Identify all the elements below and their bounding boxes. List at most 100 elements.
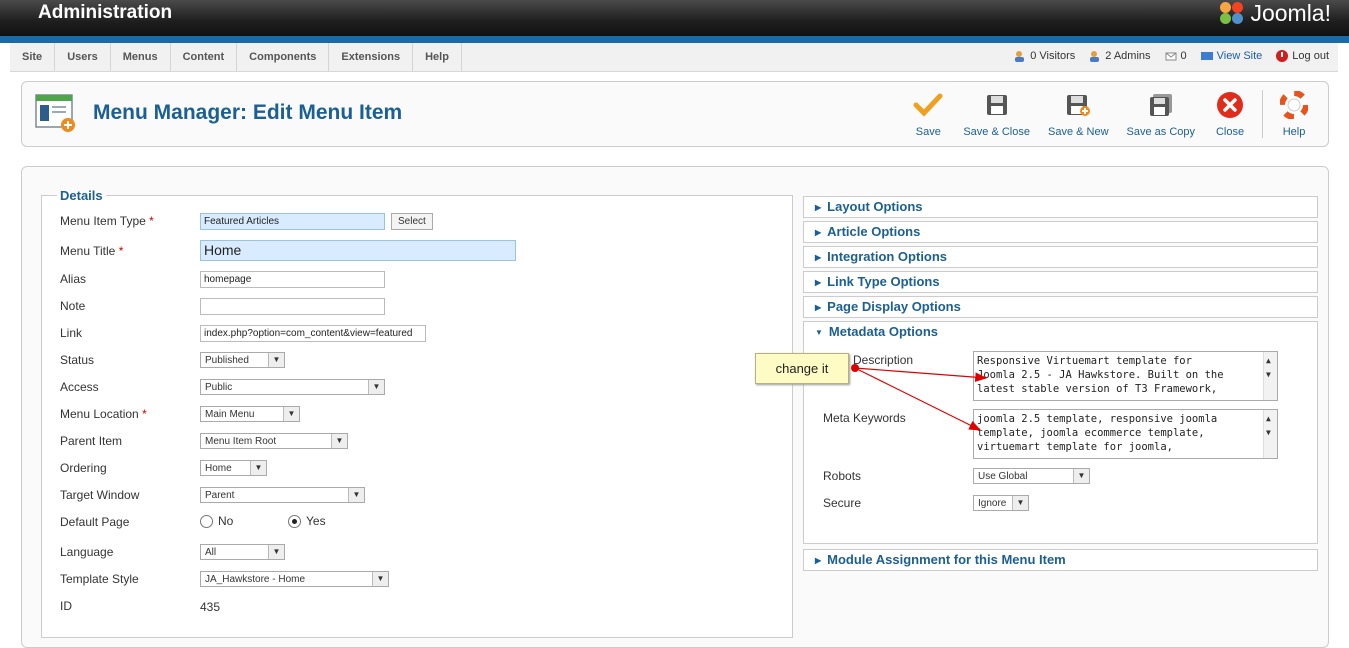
menu-item-type-field[interactable]: Featured Articles	[200, 213, 385, 230]
parent-item-label: Parent Item	[60, 434, 123, 448]
chevron-down-icon: ▼	[268, 353, 284, 367]
mail-icon	[1165, 52, 1177, 61]
chevron-down-icon: ▼	[368, 380, 384, 394]
menu-users[interactable]: Users	[55, 43, 111, 71]
admin-users-icon	[1090, 51, 1100, 62]
link-field[interactable]: index.php?option=com_content&view=featur…	[200, 325, 426, 342]
access-select[interactable]: Public ▼	[200, 379, 385, 395]
panel-integration-options[interactable]: ▶ Integration Options	[803, 246, 1318, 268]
ordering-select[interactable]: Home ▼	[200, 460, 267, 476]
menu-title-label: Menu Title *	[60, 244, 124, 258]
admin-title: Administration	[38, 2, 173, 23]
default-page-no-radio[interactable]: No	[200, 514, 233, 528]
id-value: 435	[200, 600, 221, 614]
chevron-down-icon: ▼	[268, 545, 284, 559]
note-label: Note	[60, 299, 86, 313]
menu-help[interactable]: Help	[413, 43, 462, 71]
caret-right-icon: ▶	[815, 202, 822, 212]
save-button[interactable]: Save	[902, 90, 954, 138]
meta-keywords-textarea[interactable]: joomla 2.5 template, responsive joomla t…	[973, 409, 1278, 459]
chevron-down-icon: ▼	[283, 407, 299, 421]
close-button[interactable]: Close	[1204, 90, 1256, 138]
menu-content[interactable]: Content	[171, 43, 238, 71]
default-page-yes-radio[interactable]: Yes	[288, 514, 326, 528]
power-icon	[1276, 50, 1289, 62]
panel-metadata-options[interactable]: ▼ Metadata Options	[803, 321, 1318, 343]
messages-status[interactable]: 0	[1165, 50, 1187, 62]
joomla-logo-icon	[1218, 0, 1248, 26]
panel-module-assignment[interactable]: ▶ Module Assignment for this Menu Item	[803, 549, 1318, 571]
robots-label: Robots	[823, 469, 862, 483]
save-close-button[interactable]: Save & Close	[954, 90, 1039, 138]
chevron-down-icon: ▼	[250, 461, 266, 475]
menu-components[interactable]: Components	[237, 43, 330, 71]
joomla-logo-text: Joomla!	[1250, 0, 1331, 26]
status-label: Status	[60, 353, 95, 367]
caret-right-icon: ▶	[815, 252, 822, 262]
view-site-link[interactable]: View Site	[1200, 50, 1262, 62]
admin-header: Administration Joomla!	[0, 0, 1349, 36]
target-window-label: Target Window	[60, 488, 140, 502]
header-accent-bar	[0, 36, 1349, 43]
robots-select[interactable]: Use Global ▼	[973, 468, 1090, 484]
menu-item-type-label: Menu Item Type *	[60, 214, 154, 228]
panel-article-options[interactable]: ▶ Article Options	[803, 221, 1318, 243]
language-label: Language	[60, 545, 114, 559]
caret-right-icon: ▶	[815, 277, 822, 287]
caret-right-icon: ▶	[815, 302, 822, 312]
floppy-icon	[986, 95, 1007, 115]
monitor-icon	[1200, 52, 1213, 60]
chevron-down-icon: ▼	[1073, 469, 1089, 483]
close-icon	[1217, 92, 1243, 118]
visitors-status[interactable]: 0 Visitors	[1014, 50, 1075, 62]
secure-select[interactable]: Ignore ▼	[973, 495, 1029, 511]
link-label: Link	[60, 326, 83, 340]
note-input[interactable]	[200, 298, 385, 315]
parent-item-select[interactable]: Menu Item Root ▼	[200, 433, 348, 449]
select-type-button[interactable]: Select	[391, 213, 433, 230]
secure-label: Secure	[823, 496, 862, 510]
menu-title-input[interactable]: Home	[200, 240, 516, 261]
menu-location-label: Menu Location *	[60, 407, 147, 421]
template-style-select[interactable]: JA_Hawkstore - Home ▼	[200, 571, 389, 587]
id-label: ID	[60, 599, 72, 613]
caret-right-icon: ▶	[815, 227, 822, 237]
logout-link[interactable]: Log out	[1276, 50, 1329, 62]
help-button[interactable]: Help	[1262, 90, 1320, 138]
language-select[interactable]: All ▼	[200, 544, 285, 560]
menu-site[interactable]: Site	[10, 43, 56, 71]
details-legend: Details	[60, 188, 103, 203]
chevron-down-icon: ▼	[348, 488, 364, 502]
menu-menus[interactable]: Menus	[111, 43, 171, 71]
target-window-select[interactable]: Parent ▼	[200, 487, 365, 503]
page-title: Menu Manager: Edit Menu Item	[93, 101, 403, 124]
joomla-logo: Joomla!	[1218, 0, 1331, 26]
save-new-button[interactable]: Save & New	[1039, 90, 1118, 138]
meta-keywords-label: Meta Keywords	[823, 411, 906, 425]
default-page-label: Default Page	[60, 515, 130, 529]
status-area: 0 Visitors 2 Admins 0 View Site Log out	[1014, 50, 1329, 62]
meta-description-textarea[interactable]: Responsive Virtuemart template for Jooml…	[973, 351, 1278, 401]
admins-status[interactable]: 2 Admins	[1089, 50, 1151, 62]
floppy-copy-icon	[1149, 94, 1172, 116]
annotation-callout: change it	[755, 353, 849, 384]
scrollbar: ▲ ▼	[1263, 410, 1277, 458]
ordering-label: Ordering	[60, 461, 107, 475]
alias-input[interactable]: homepage	[200, 271, 385, 288]
menu-extensions[interactable]: Extensions	[329, 43, 414, 71]
panel-link-type-options[interactable]: ▶ Link Type Options	[803, 271, 1318, 293]
toolbar: Save Save & Close Save & New Save as Cop…	[902, 90, 1320, 138]
lifebuoy-icon	[1280, 91, 1308, 119]
access-label: Access	[60, 380, 99, 394]
checkmark-icon	[913, 93, 943, 117]
chevron-down-icon: ▼	[1012, 496, 1028, 510]
save-copy-button[interactable]: Save as Copy	[1118, 90, 1204, 138]
chevron-up-icon: ▲	[1266, 414, 1271, 423]
users-icon	[1015, 51, 1025, 62]
chevron-up-icon: ▲	[1266, 356, 1271, 365]
panel-layout-options[interactable]: ▶ Layout Options	[803, 196, 1318, 218]
menu-location-select[interactable]: Main Menu ▼	[200, 406, 300, 422]
panel-page-display-options[interactable]: ▶ Page Display Options	[803, 296, 1318, 318]
status-select[interactable]: Published ▼	[200, 352, 285, 368]
floppy-plus-icon	[1067, 95, 1091, 116]
